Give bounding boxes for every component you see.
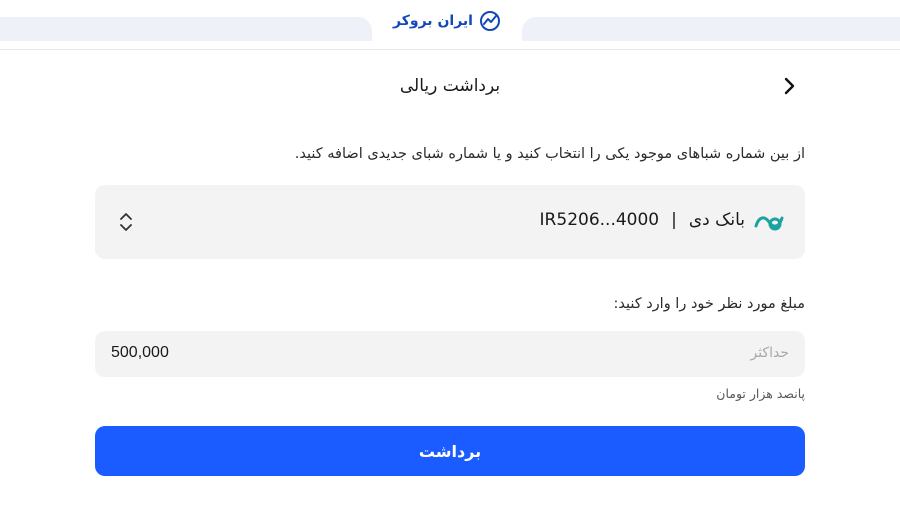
- account-separator: |: [671, 210, 677, 230]
- amount-in-words: پانصد هزار تومان: [716, 386, 805, 401]
- amount-value: 500,000: [111, 344, 169, 361]
- brand-strip-right: [522, 17, 900, 41]
- brand-strip-left: [0, 17, 372, 41]
- chevron-right-icon: [784, 77, 795, 95]
- account-number: IR5206...4000: [539, 210, 660, 230]
- brand-name: ایران بروکر: [393, 13, 473, 29]
- instruction-text: از بین شماره شباهای موجود یکی را انتخاب …: [294, 146, 805, 162]
- amount-placeholder: حداکثر: [750, 345, 789, 361]
- amount-label: مبلغ مورد نظر خود را وارد کنید:: [613, 296, 805, 312]
- brand-chart-icon: [479, 10, 501, 32]
- back-button[interactable]: [777, 74, 801, 98]
- amount-input[interactable]: حداکثر 500,000: [95, 331, 805, 377]
- bank-name: بانک دی: [688, 210, 745, 230]
- page-title: برداشت ریالی: [399, 76, 501, 96]
- page-header: برداشت ریالی: [0, 62, 900, 110]
- bank-dey-logo-icon: [754, 216, 784, 231]
- selected-account: IR5206...4000 | بانک دی: [540, 210, 745, 230]
- chevron-up-down-icon: [120, 213, 132, 231]
- withdraw-button[interactable]: برداشت: [95, 426, 805, 476]
- iban-selector[interactable]: IR5206...4000 | بانک دی: [95, 185, 805, 259]
- brand-logo[interactable]: ایران بروکر: [372, 0, 522, 42]
- top-brand-bar: ایران بروکر: [0, 0, 900, 50]
